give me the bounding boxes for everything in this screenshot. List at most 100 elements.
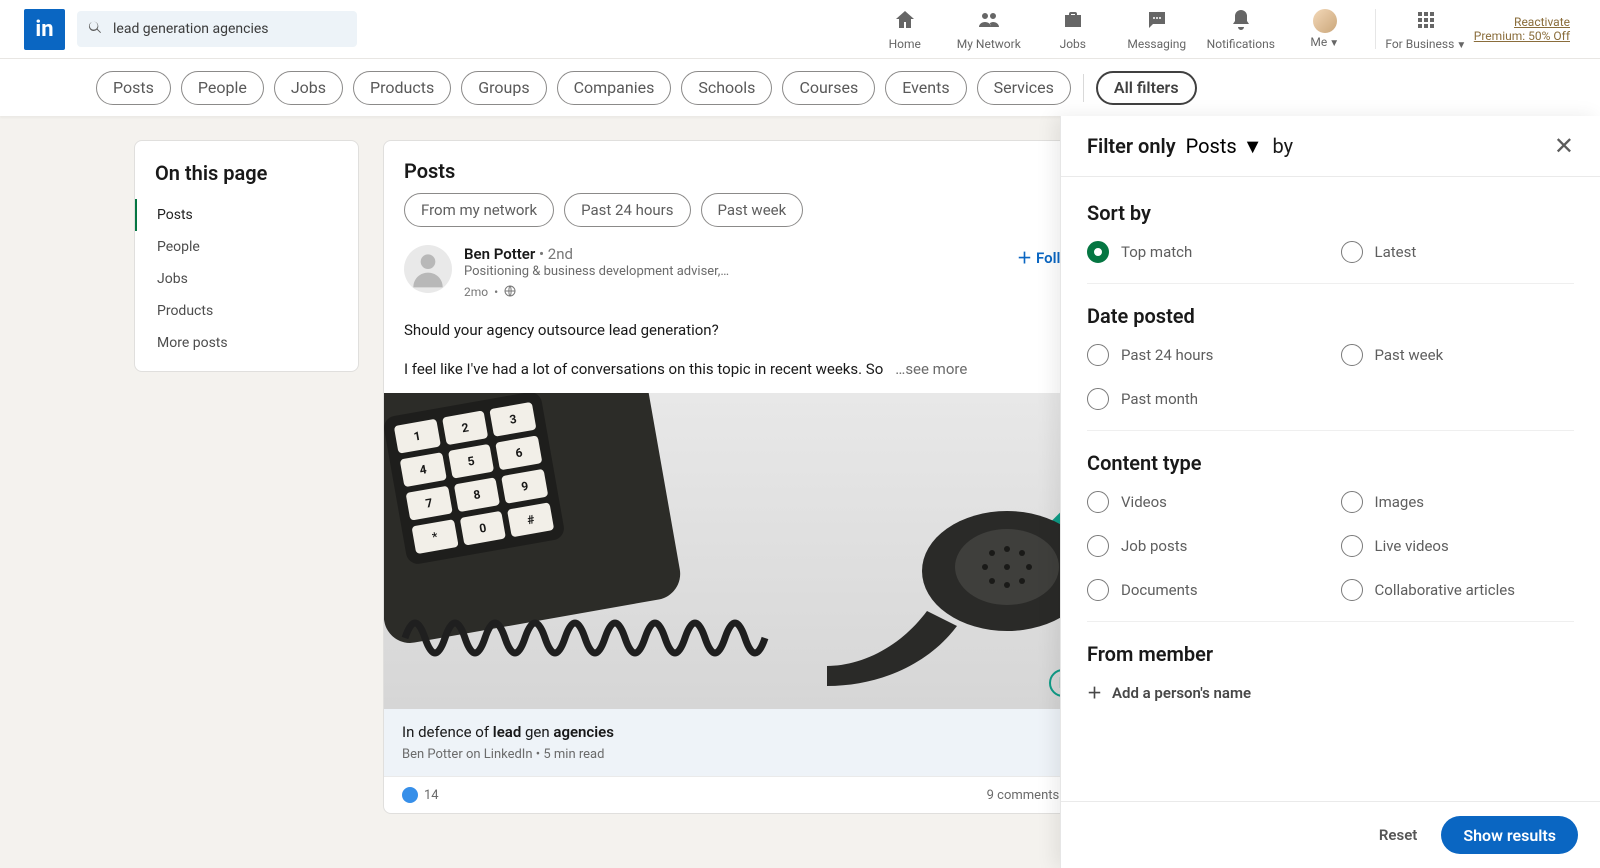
post-header: Ben Potter • 2nd Positioning & business … [404,239,1121,300]
nav-home-label: Home [889,37,921,51]
radio-icon [1087,535,1109,557]
nav-jobs-label: Jobs [1060,37,1086,51]
all-filters-panel: Filter only Posts ▼ by ✕ Sort by Top mat… [1060,116,1600,868]
radio-icon [1341,344,1363,366]
rail-item-products[interactable]: Products [135,295,358,327]
plus-icon: ＋ [1017,247,1032,268]
date-past-24h[interactable]: Past 24 hours [1087,344,1321,366]
ctype-live-videos[interactable]: Live videos [1341,535,1575,557]
nav-jobs[interactable]: Jobs [1031,0,1115,59]
pill-posts[interactable]: Posts [96,71,171,105]
primary-nav: Home My Network Jobs Messaging Notificat… [863,0,1468,59]
post-avatar[interactable] [404,245,452,293]
post-headline: Positioning & business development advis… [464,263,729,281]
radio-icon [1087,241,1109,263]
date-past-month[interactable]: Past month [1087,388,1321,410]
people-icon [977,8,1001,35]
post-link-title: In defence of lead gen agencies [402,723,1123,741]
reaction-count[interactable]: 14 [402,787,439,803]
chip-past-24h[interactable]: Past 24 hours [564,193,690,227]
pill-companies[interactable]: Companies [557,71,672,105]
post-author-line[interactable]: Ben Potter • 2nd [464,245,729,263]
premium-line-2[interactable]: Premium: 50% Off [1474,29,1570,43]
filter-by-label: by [1273,134,1294,158]
post-body: Should your agency outsource lead genera… [384,310,1141,382]
nav-me-label: Me▼ [1310,35,1339,49]
pill-schools[interactable]: Schools [681,71,772,105]
nav-premium-cta[interactable]: Reactivate Premium: 50% Off [1474,15,1576,43]
add-person-button[interactable]: ＋ Add a person's name [1087,682,1574,703]
pill-services[interactable]: Services [977,71,1071,105]
chip-from-network[interactable]: From my network [404,193,554,227]
content-type-title: Content type [1087,451,1574,475]
nav-network[interactable]: My Network [947,0,1031,59]
rail-item-jobs[interactable]: Jobs [135,263,358,295]
ctype-collab-articles[interactable]: Collaborative articles [1341,579,1575,601]
radio-icon [1087,491,1109,513]
rail-item-people[interactable]: People [135,231,358,263]
show-results-button[interactable]: Show results [1441,816,1578,854]
radio-icon [1341,491,1363,513]
rail-item-more-posts[interactable]: More posts [135,327,358,359]
date-past-week[interactable]: Past week [1341,344,1575,366]
chip-past-week[interactable]: Past week [701,193,804,227]
date-posted-title: Date posted [1087,304,1574,328]
nav-divider [1375,9,1376,49]
posts-card: Posts From my network Past 24 hours Past… [383,140,1142,814]
pill-all-filters[interactable]: All filters [1096,71,1197,105]
premium-line-1[interactable]: Reactivate [1514,15,1570,29]
nav-for-business-label: For Business▼ [1385,37,1466,51]
search-bar[interactable] [77,11,357,47]
caret-down-icon: ▼ [1243,134,1263,159]
radio-icon [1087,388,1109,410]
globe-icon [504,285,516,300]
topbar: in Home My Network Jobs Messaging Notifi… [0,0,1600,59]
radio-icon [1341,535,1363,557]
nav-notifications[interactable]: Notifications [1199,0,1283,59]
pill-groups[interactable]: Groups [461,71,546,105]
plus-icon: ＋ [1087,682,1102,703]
post-link-meta: Ben Potter on LinkedIn • 5 min read [402,747,1123,762]
pill-jobs[interactable]: Jobs [274,71,343,105]
see-more[interactable]: …see more [895,359,967,381]
comment-count[interactable]: 9 comments [987,788,1060,803]
nav-messaging-label: Messaging [1127,37,1186,51]
ctype-documents[interactable]: Documents [1087,579,1321,601]
nav-for-business[interactable]: For Business▼ [1384,0,1468,59]
post-time: 2mo • [464,285,729,300]
sort-latest[interactable]: Latest [1341,241,1575,263]
sort-top-match[interactable]: Top match [1087,241,1321,263]
filter-entity-select[interactable]: Posts ▼ [1186,134,1263,159]
filter-pill-bar: Posts People Jobs Products Groups Compan… [0,59,1600,116]
nav-home[interactable]: Home [863,0,947,59]
sort-by-title: Sort by [1087,201,1574,225]
pill-products[interactable]: Products [353,71,451,105]
briefcase-icon [1061,8,1085,35]
search-input[interactable] [111,20,347,38]
post-line-1: Should your agency outsource lead genera… [404,320,1121,342]
post-image[interactable]: 123 456 789 *0# [384,393,1141,709]
pill-courses[interactable]: Courses [782,71,875,105]
post-line-2: I feel like I've had a lot of conversati… [404,359,883,381]
from-member-title: From member [1087,642,1574,666]
linkedin-logo[interactable]: in [24,9,65,50]
nav-messaging[interactable]: Messaging [1115,0,1199,59]
post-link-preview[interactable]: In defence of lead gen agencies Ben Pott… [384,709,1141,776]
nav-me[interactable]: Me▼ [1283,0,1367,59]
on-this-page-title: On this page [135,161,358,199]
pill-separator [1083,74,1084,102]
close-icon: ✕ [1554,132,1574,160]
pill-people[interactable]: People [181,71,264,105]
reset-button[interactable]: Reset [1373,825,1423,845]
filter-only-label: Filter only [1087,134,1176,158]
close-panel-button[interactable]: ✕ [1554,132,1574,160]
rail-item-posts[interactable]: Posts [135,199,358,231]
radio-icon [1341,579,1363,601]
chat-icon [1145,8,1169,35]
post-author[interactable]: Ben Potter [464,245,535,263]
post-stats: 14 9 comments • 1 repost [384,776,1141,813]
ctype-videos[interactable]: Videos [1087,491,1321,513]
ctype-images[interactable]: Images [1341,491,1575,513]
pill-events[interactable]: Events [885,71,966,105]
ctype-job-posts[interactable]: Job posts [1087,535,1321,557]
